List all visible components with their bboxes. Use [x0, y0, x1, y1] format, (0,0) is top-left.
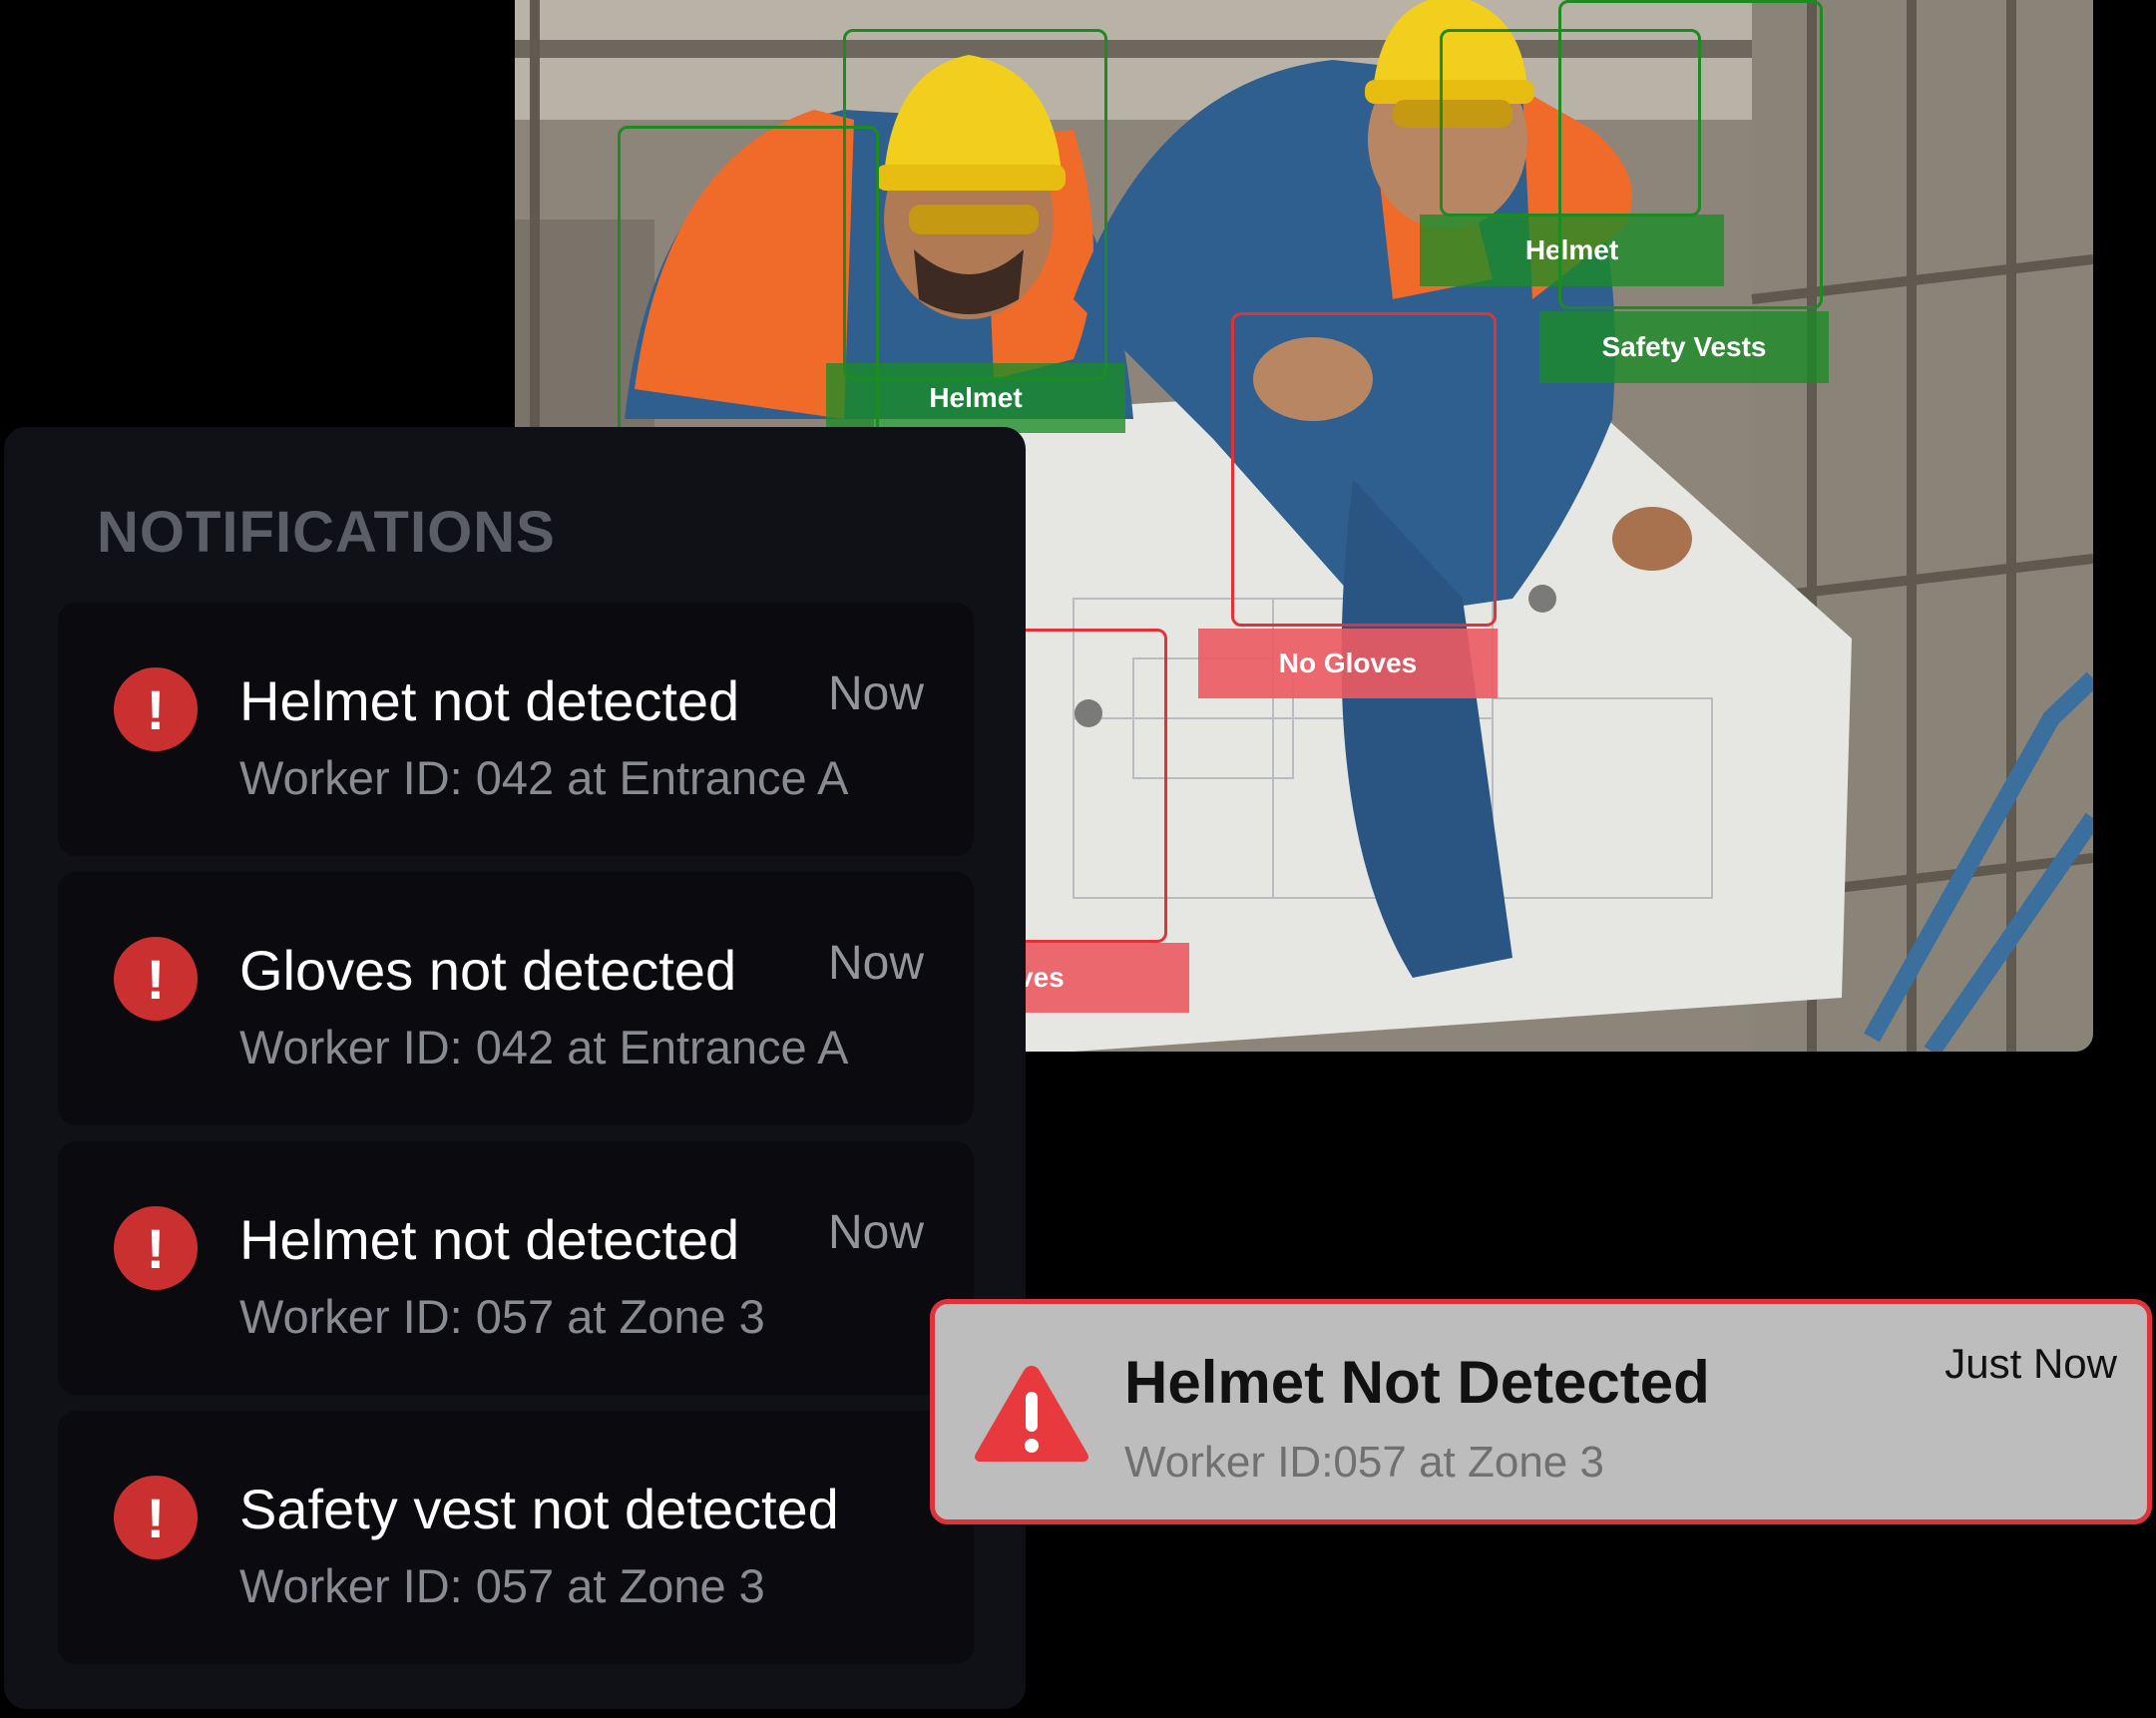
- notification-detail: Worker ID: 057 at Zone 3: [239, 1290, 765, 1343]
- notification-title: Helmet not detected: [239, 669, 740, 732]
- detection-box-helmet-left: [843, 29, 1107, 380]
- notification-item[interactable]: ! Helmet not detected Now Worker ID: 042…: [58, 603, 974, 856]
- warning-triangle-icon: [975, 1366, 1088, 1462]
- notification-time: Now: [827, 1206, 924, 1259]
- alert-circle-icon: !: [114, 667, 198, 751]
- notification-item[interactable]: ! Helmet not detected Now Worker ID: 057…: [58, 1141, 974, 1395]
- notification-detail: Worker ID: 057 at Zone 3: [239, 1559, 765, 1612]
- alert-circle-icon: !: [114, 1206, 198, 1290]
- notification-detail: Worker ID: 042 at Entrance A: [239, 1021, 849, 1074]
- toast-time: Just Now: [1944, 1340, 2117, 1387]
- notifications-heading: NOTIFICATIONS: [97, 500, 556, 565]
- notification-time: Now: [827, 667, 924, 720]
- detection-box-vest-left: [618, 126, 879, 455]
- notification-item[interactable]: ! Safety vest not detected Worker ID: 05…: [58, 1411, 974, 1664]
- notification-title: Helmet not detected: [239, 1208, 740, 1271]
- alert-circle-icon: !: [114, 937, 198, 1021]
- detection-box-no-gloves: [1231, 312, 1497, 627]
- detection-label-no-gloves: No Gloves: [1198, 629, 1498, 698]
- notification-title: Gloves not detected: [239, 939, 737, 1002]
- detection-box-safety-vests: [1558, 0, 1823, 309]
- notification-title: Safety vest not detected: [239, 1478, 839, 1540]
- alert-circle-icon: !: [114, 1476, 198, 1559]
- toast-title: Helmet Not Detected: [1124, 1349, 1710, 1416]
- notifications-panel: NOTIFICATIONS ! Helmet not detected Now …: [4, 427, 1026, 1709]
- toast-detail: Worker ID:057 at Zone 3: [1124, 1438, 1604, 1487]
- alert-toast[interactable]: Helmet Not Detected Worker ID:057 at Zon…: [930, 1299, 2152, 1524]
- detection-label-safety-vests: Safety Vests: [1539, 311, 1829, 383]
- detection-label-gloves-partial: ves: [1014, 943, 1189, 1013]
- notification-item[interactable]: ! Gloves not detected Now Worker ID: 042…: [58, 872, 974, 1125]
- notification-time: Now: [827, 937, 924, 990]
- notification-detail: Worker ID: 042 at Entrance A: [239, 751, 849, 804]
